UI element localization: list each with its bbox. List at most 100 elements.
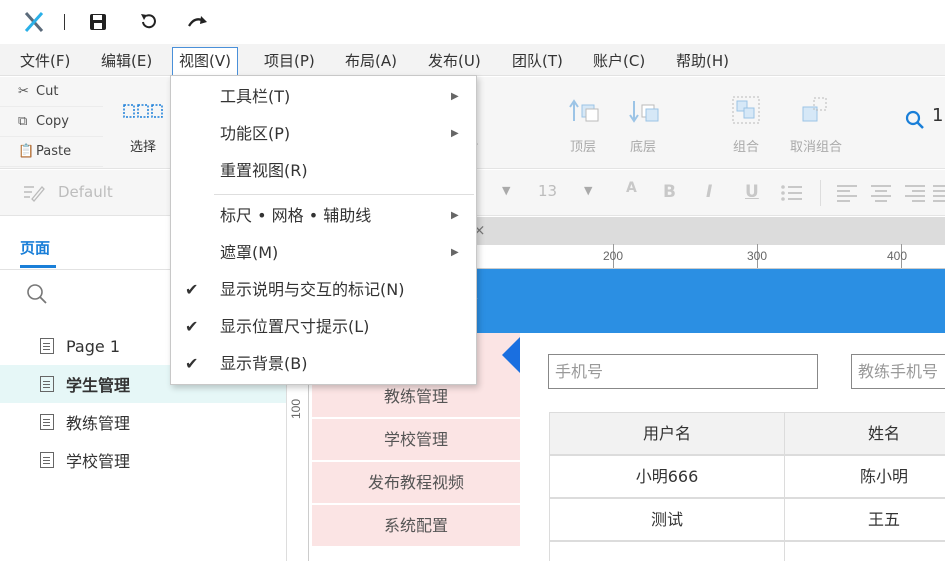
menu-item-show-background[interactable]: ✔ 显示背景(B) — [171, 345, 476, 382]
redo-icon[interactable] — [186, 10, 210, 34]
page-doc-icon — [40, 338, 54, 354]
menu-account[interactable]: 账户(C) — [587, 47, 651, 75]
group-button[interactable]: 组合 — [711, 91, 781, 161]
select-tool-button[interactable]: 选择 — [108, 91, 178, 161]
align-left-icon[interactable] — [836, 183, 858, 203]
undo-icon[interactable] — [136, 10, 160, 34]
save-icon[interactable] — [86, 10, 110, 34]
zoom-field[interactable]: 1 — [932, 105, 943, 126]
titlebar-divider — [64, 14, 65, 30]
menu-edit[interactable]: 编辑(E) — [95, 47, 158, 75]
menu-item-label: 标尺 • 网格 • 辅助线 — [220, 206, 372, 225]
menu-item-label: 显示位置尺寸提示(L) — [220, 317, 370, 336]
font-size-select[interactable]: 13 — [538, 182, 557, 200]
bring-to-front-icon — [569, 99, 599, 122]
font-color-icon[interactable]: A — [626, 180, 637, 196]
ruler-label: 200 — [603, 249, 624, 263]
menu-layout[interactable]: 布局(A) — [339, 47, 403, 75]
ruler-label: 300 — [747, 249, 768, 263]
menu-item-label: 显示背景(B) — [220, 354, 308, 373]
paste-button[interactable]: 📋 Paste — [0, 137, 103, 167]
page-item-label: 教练管理 — [66, 414, 131, 433]
ruler-label: 400 — [887, 249, 908, 263]
menu-project[interactable]: 项目(P) — [258, 47, 321, 75]
chevron-down-icon[interactable]: ▼ — [502, 184, 510, 197]
nav-pointer-icon — [502, 337, 520, 373]
menu-item-show-size-hints[interactable]: ✔ 显示位置尺寸提示(L) — [171, 308, 476, 345]
menu-publish[interactable]: 发布(U) — [422, 47, 487, 75]
menu-view[interactable]: 视图(V) — [172, 47, 238, 75]
send-to-back-label: 底层 — [629, 140, 656, 155]
title-bar — [0, 0, 945, 44]
menu-item-label: 工具栏(T) — [220, 87, 291, 106]
checkmark-icon: ✔ — [185, 317, 199, 336]
select-icon — [123, 104, 163, 118]
paste-label: Paste — [36, 144, 72, 159]
menu-item-toolbars[interactable]: 工具栏(T) ▶ — [171, 78, 476, 115]
menu-item-mask[interactable]: 遮罩(M) ▶ — [171, 234, 476, 271]
menu-item-label: 功能区(P) — [220, 124, 291, 143]
group-label: 组合 — [732, 140, 759, 155]
menu-item-label: 显示说明与交互的标记(N) — [220, 280, 405, 299]
ungroup-label: 取消组合 — [789, 140, 842, 155]
nav-item-school[interactable]: 学校管理 — [312, 419, 520, 461]
menu-file[interactable]: 文件(F) — [14, 47, 76, 75]
font-size-chevron-icon[interactable]: ▼ — [584, 184, 592, 197]
search-icon[interactable] — [905, 110, 925, 130]
coach-phone-input[interactable]: 教练手机号 — [851, 354, 945, 389]
group-icon — [732, 96, 760, 124]
menu-team[interactable]: 团队(T) — [506, 47, 569, 75]
phone-input[interactable]: 手机号 — [548, 354, 818, 389]
style-select[interactable]: Default — [58, 183, 113, 201]
submenu-arrow-icon: ▶ — [451, 91, 459, 102]
nav-item-publish-video[interactable]: 发布教程视频 — [312, 462, 520, 504]
page-item-label: 学校管理 — [66, 452, 131, 471]
table-cell — [549, 541, 785, 561]
table-cell: 测试 — [549, 498, 785, 541]
submenu-arrow-icon: ▶ — [451, 128, 459, 139]
format-divider — [820, 180, 821, 206]
underline-icon[interactable]: U — [745, 182, 759, 202]
menu-item-ruler-grid-guides[interactable]: 标尺 • 网格 • 辅助线 ▶ — [171, 197, 476, 234]
view-menu-dropdown: 工具栏(T) ▶ 功能区(P) ▶ 重置视图(R) 标尺 • 网格 • 辅助线 … — [170, 75, 477, 385]
menu-item-label: 遮罩(M) — [220, 243, 279, 262]
justify-icon[interactable] — [932, 183, 945, 203]
send-to-back-button[interactable]: 底层 — [608, 91, 678, 161]
submenu-arrow-icon: ▶ — [451, 210, 459, 221]
menu-item-reset-view[interactable]: 重置视图(R) — [171, 152, 476, 189]
table-header-cell: 姓名 — [784, 412, 945, 455]
page-item-label: 学生管理 — [66, 376, 131, 395]
send-to-back-icon — [629, 101, 659, 123]
page-doc-icon — [40, 414, 54, 430]
copy-label: Copy — [36, 114, 69, 129]
menu-bar: 文件(F) 编辑(E) 视图(V) 项目(P) 布局(A) 发布(U) 团队(T… — [0, 44, 945, 76]
nav-item-system-config[interactable]: 系统配置 — [312, 505, 520, 547]
checkmark-icon: ✔ — [185, 354, 199, 373]
submenu-arrow-icon: ▶ — [451, 247, 459, 258]
select-tool-label: 选择 — [129, 140, 156, 155]
align-center-icon[interactable] — [870, 183, 892, 203]
menu-item-show-notes-markers[interactable]: ✔ 显示说明与交互的标记(N) — [171, 271, 476, 308]
tab-pages-underline — [20, 265, 56, 268]
page-item-label: Page 1 — [66, 336, 120, 356]
app-logo-icon[interactable] — [22, 10, 46, 34]
ungroup-button[interactable]: 取消组合 — [780, 91, 852, 161]
tab-pages[interactable]: 页面 — [20, 237, 50, 258]
page-item[interactable]: 教练管理 — [0, 403, 286, 441]
checkmark-icon: ✔ — [185, 280, 199, 299]
page-item[interactable]: 学校管理 — [0, 441, 286, 479]
cut-button[interactable]: ✂ Cut — [0, 77, 103, 107]
copy-icon: ⧉ — [18, 114, 28, 129]
bullet-list-icon[interactable] — [780, 183, 804, 203]
page-search-icon[interactable] — [26, 283, 48, 305]
menu-item-label: 重置视图(R) — [220, 161, 308, 180]
align-right-icon[interactable] — [904, 183, 926, 203]
menu-item-ribbon[interactable]: 功能区(P) ▶ — [171, 115, 476, 152]
copy-button[interactable]: ⧉ Copy — [0, 107, 103, 137]
scissors-icon: ✂ — [18, 84, 29, 99]
bold-icon[interactable]: B — [663, 182, 676, 202]
paste-icon: 📋 — [18, 144, 35, 159]
page-doc-icon — [40, 376, 54, 392]
menu-help[interactable]: 帮助(H) — [670, 47, 735, 75]
italic-icon[interactable]: I — [706, 182, 712, 202]
